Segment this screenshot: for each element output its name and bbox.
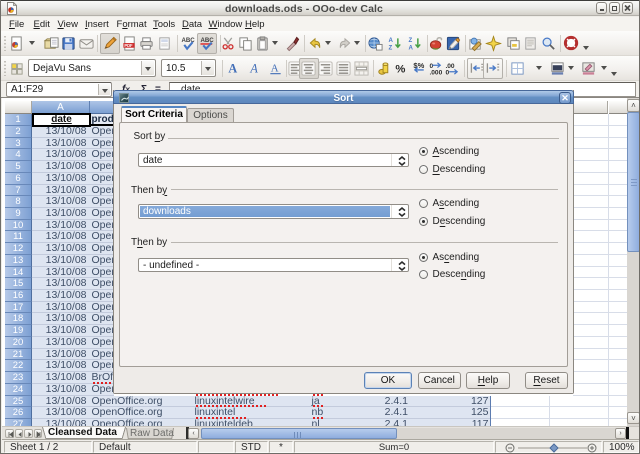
svg-text:.000: .000 <box>429 70 442 77</box>
svg-text:A: A <box>270 62 278 74</box>
svg-text:A: A <box>388 37 393 44</box>
svg-text:Z: Z <box>388 45 392 52</box>
svg-text:PDF: PDF <box>124 43 133 48</box>
svg-text:A: A <box>228 62 237 76</box>
svg-text:Z: Z <box>408 37 412 44</box>
svg-text:0: 0 <box>445 70 449 77</box>
svg-text:A: A <box>249 62 258 76</box>
svg-text:A: A <box>408 45 413 52</box>
svg-text:$%: $% <box>413 61 424 70</box>
svg-text:%: % <box>395 64 405 76</box>
